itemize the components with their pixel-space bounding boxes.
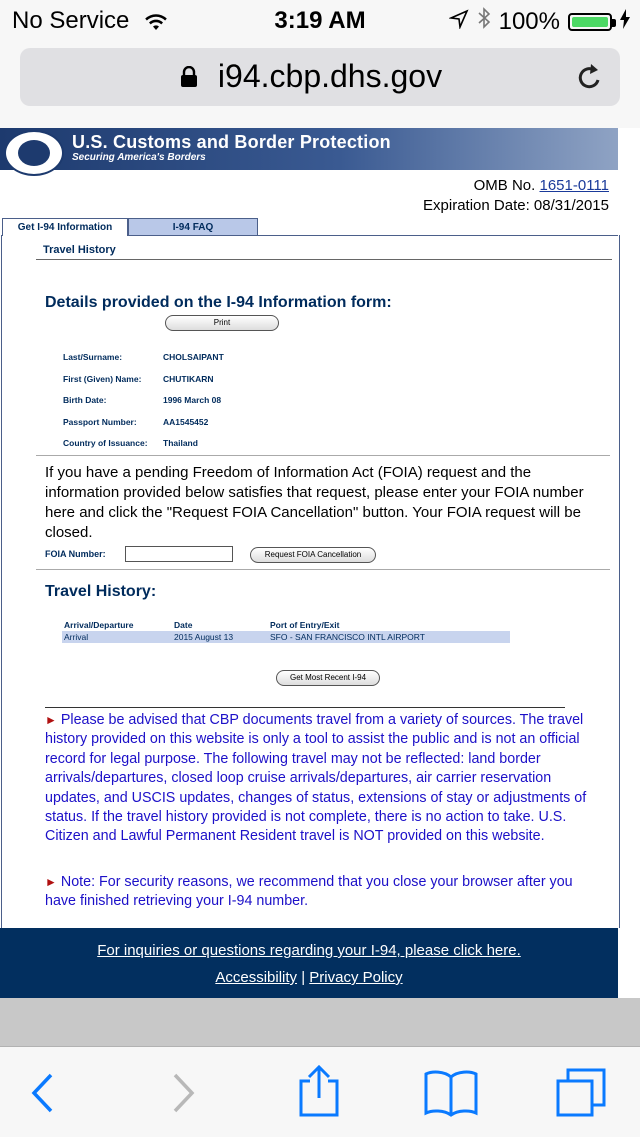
- url-host: i94.cbp.dhs.gov: [217, 58, 443, 94]
- cbp-banner: U.S. Customs and Border Protection Secur…: [0, 128, 618, 176]
- section-divider: [36, 259, 612, 260]
- address-bar[interactable]: i94.cbp.dhs.gov: [20, 48, 620, 106]
- address-bar-area: i94.cbp.dhs.gov: [0, 40, 640, 129]
- get-most-recent-i94-button[interactable]: Get Most Recent I-94: [276, 670, 380, 686]
- column-header: Date: [174, 620, 193, 630]
- forward-icon[interactable]: [170, 1071, 196, 1120]
- last-name-value: CHOLSAIPANT: [163, 352, 224, 362]
- country-of-issuance-label: Country of Issuance:: [63, 438, 148, 448]
- dhs-seal-logo: [4, 130, 64, 176]
- red-arrow-icon: ►: [45, 875, 57, 889]
- battery-icon: [568, 12, 616, 31]
- notice-divider: [45, 707, 565, 708]
- omb-info: OMB No. 1651-0111 Expiration Date: 08/31…: [423, 176, 609, 216]
- browser-toolbar: [0, 1046, 640, 1137]
- tabs-icon[interactable]: [556, 1067, 608, 1124]
- first-name-label: First (Given) Name:: [63, 374, 142, 384]
- last-name-label: Last/Surname:: [63, 352, 123, 362]
- battery-percent: 100%: [498, 7, 560, 35]
- table-row: Arrival 2015 August 13 SFO - SAN FRANCIS…: [62, 631, 510, 643]
- tab-i94-faq[interactable]: I-94 FAQ: [128, 218, 258, 236]
- travel-history-heading: Travel History:: [45, 583, 157, 600]
- passport-number-label: Passport Number:: [63, 417, 137, 427]
- foia-divider: [36, 569, 610, 570]
- first-name-value: CHUTIKARN: [163, 374, 214, 384]
- location-arrow-icon: [447, 8, 469, 36]
- omb-number-link[interactable]: 1651-0111: [539, 177, 609, 194]
- footer-separator: |: [301, 969, 306, 986]
- table-cell: Arrival: [62, 631, 172, 643]
- bluetooth-icon: [477, 7, 491, 36]
- notice-text: Please be advised that CBP documents tra…: [45, 712, 587, 845]
- reload-icon[interactable]: [576, 62, 604, 97]
- column-header: Arrival/Departure: [64, 620, 134, 630]
- tab-get-i94-information[interactable]: Get I-94 Information: [2, 218, 128, 236]
- birth-date-label: Birth Date:: [63, 395, 107, 405]
- table-cell: 2015 August 13: [172, 631, 268, 643]
- web-page: U.S. Customs and Border Protection Secur…: [0, 128, 640, 998]
- site-footer: For inquiries or questions regarding you…: [0, 928, 618, 998]
- inquiries-link[interactable]: For inquiries or questions regarding you…: [0, 942, 618, 959]
- column-header: Port of Entry/Exit: [270, 620, 340, 630]
- print-button[interactable]: Print: [165, 315, 279, 331]
- travel-history-table: Arrival/Departure Date Port of Entry/Exi…: [62, 619, 510, 643]
- bookmarks-icon[interactable]: [424, 1069, 478, 1122]
- section-title: Travel History: [43, 244, 116, 256]
- privacy-policy-link[interactable]: Privacy Policy: [309, 969, 402, 986]
- notice-text: Note: For security reasons, we recommend…: [45, 874, 573, 910]
- details-heading: Details provided on the I-94 Information…: [45, 294, 392, 311]
- status-bar: No Service 3:19 AM 100%: [0, 0, 640, 40]
- foia-number-input[interactable]: [125, 546, 233, 562]
- foia-number-label: FOIA Number:: [45, 549, 106, 559]
- foia-instructions: If you have a pending Freedom of Informa…: [45, 464, 584, 541]
- share-icon[interactable]: [298, 1064, 340, 1122]
- table-header-row: Arrival/Departure Date Port of Entry/Exi…: [62, 619, 510, 631]
- agency-title: U.S. Customs and Border Protection: [72, 132, 391, 152]
- back-icon[interactable]: [30, 1071, 56, 1120]
- details-divider: [36, 455, 610, 456]
- charging-bolt-icon: [620, 8, 630, 36]
- omb-label: OMB No.: [473, 177, 536, 194]
- birth-date-value: 1996 March 08: [163, 395, 222, 405]
- travel-history-notice: ► Please be advised that CBP documents t…: [45, 711, 605, 847]
- security-notice: ► Note: For security reasons, we recomme…: [45, 873, 605, 912]
- request-foia-cancellation-button[interactable]: Request FOIA Cancellation: [250, 547, 376, 563]
- red-arrow-icon: ►: [45, 713, 57, 727]
- passport-number-value: AA1545452: [163, 417, 209, 427]
- accessibility-link[interactable]: Accessibility: [215, 969, 297, 986]
- expiration-date: Expiration Date: 08/31/2015: [423, 197, 609, 214]
- agency-subtitle: Securing America's Borders: [72, 152, 206, 163]
- country-of-issuance-value: Thailand: [163, 438, 198, 448]
- footer-links: Accessibility | Privacy Policy: [0, 969, 618, 986]
- table-cell: SFO - SAN FRANCISCO INTL AIRPORT: [268, 631, 510, 643]
- tab-bar: Get I-94 Information I-94 FAQ: [0, 218, 640, 236]
